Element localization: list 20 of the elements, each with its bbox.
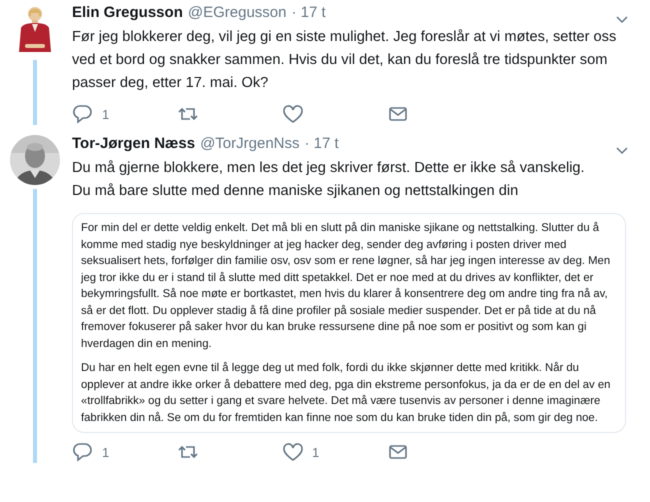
like-button[interactable]: 1 [282, 441, 387, 463]
reply-icon [72, 103, 94, 125]
heart-icon [282, 103, 304, 125]
tweet-time: · 17 t [304, 135, 339, 152]
heart-icon [282, 441, 304, 463]
reply-icon [72, 441, 94, 463]
reply-button[interactable]: 1 [72, 103, 177, 125]
author-name[interactable]: Tor-Jørgen Næss [72, 135, 196, 152]
document-paragraph: Du har en helt egen evne til å legge deg ut med folk, fordi du ikke skjønner dette med kritikk. Når du opplever at andre ikke orker å debattere med deg, pga din ekstreme personfokus, ja da er de en del av en «trollfabrikk» og du setter i gang et svare helvete. Det må være tusenvis av personer i denne imaginære fabrikken din nå. Se om du for fremtiden kan finne noe som du kan bruke tiden din på, som gir deg noe. [81, 360, 612, 426]
tweet-text: Du må gjerne blokkere, men les det jeg skriver først. Dette er ikke så vanskelig. [72, 159, 586, 178]
tweet-text: Du må bare slutte med denne maniske sjikanen og nettstalkingen din [72, 182, 520, 201]
user-handle[interactable]: @TorJrgenNss [200, 135, 300, 152]
caret-icon[interactable] [616, 147, 628, 155]
reply-button[interactable]: 1 [72, 441, 177, 463]
tweet-text: Før jeg blokkerer deg, vil jeg gi en siste mulighet. Jeg foreslår at vi møtes, setter oss ved et bord og snakker sammen. Hvis du vil det, kan du foreslå tre tidspunkter som passer deg, etter 17. mai. Ok? [72, 28, 617, 93]
caret-icon[interactable] [616, 16, 628, 24]
author-name[interactable]: Elin Gregusson [72, 4, 183, 21]
document-paragraph: For min del er dette veldig enkelt. Det må bli en slutt på din maniske sjikane og nettstalking. Slutter du å komme med stadig nye beskyldninger at jeg hacker deg, sender deg avføring i posten driver med seksualisert hets, forfølger din familie osv, osv som er rene løgner, så har jeg ingen interesse av deg. Men jeg tror ikke du er i stand til å slutte med ditt spetakkel. Det er noe med at du drives av konflikter, det er bekymringsfullt. Så noe møte er bortkastet, men hvis du klarer å konsentrere deg om andre ting fra nå av, så er det flott. Du opplever stadig å få dine profiler på sosiale medier suspender. Det er på tide at du nå fremover fokuserer på saker hvor du kan bruke ressursene dine på noe som er positivt og som kan gi hverdagen din en mening. [81, 220, 612, 352]
tweet-time: · 17 t [291, 4, 326, 21]
user-handle[interactable]: @EGregusson [188, 4, 286, 21]
